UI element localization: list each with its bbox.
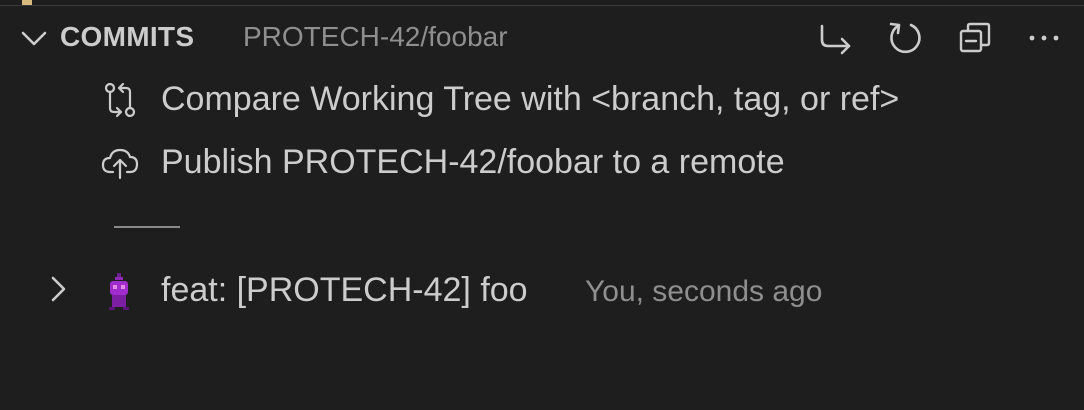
- arrow-redirect-icon: [820, 24, 851, 55]
- switch-branch-button[interactable]: [816, 18, 856, 58]
- collapse-all-icon: [959, 22, 991, 53]
- git-compare-icon: [100, 80, 140, 120]
- commits-view: COMMITS PROTECH-42/foobar Compare Workin…: [0, 0, 1084, 410]
- commit-meta: You, seconds ago: [585, 275, 823, 308]
- collapse-all-button[interactable]: [955, 18, 995, 58]
- commits-section-header[interactable]: COMMITS PROTECH-42/foobar: [0, 6, 1084, 70]
- commit-separator: [114, 226, 180, 228]
- cloud-upload-icon: [100, 142, 140, 182]
- avatar: [109, 273, 129, 310]
- compare-working-tree-item[interactable]: Compare Working Tree with <branch, tag, …: [0, 70, 1084, 130]
- publish-branch-item[interactable]: Publish PROTECH-42/foobar to a remote: [0, 132, 1084, 192]
- commit-item[interactable]: feat: [PROTECH-42] foo You, seconds ago: [0, 259, 1084, 319]
- ellipsis-icon: [1029, 35, 1059, 41]
- chevron-down-icon[interactable]: [18, 22, 50, 54]
- more-actions-button[interactable]: [1024, 18, 1064, 58]
- refresh-button[interactable]: [885, 18, 925, 58]
- publish-label: Publish PROTECH-42/foobar to a remote: [161, 143, 785, 181]
- section-branch: PROTECH-42/foobar: [243, 21, 508, 52]
- refresh-icon: [889, 22, 921, 54]
- chevron-right-icon[interactable]: [42, 273, 74, 305]
- compare-label: Compare Working Tree with <branch, tag, …: [161, 80, 900, 118]
- section-title: COMMITS: [60, 21, 195, 52]
- commit-message: feat: [PROTECH-42] foo: [161, 271, 528, 309]
